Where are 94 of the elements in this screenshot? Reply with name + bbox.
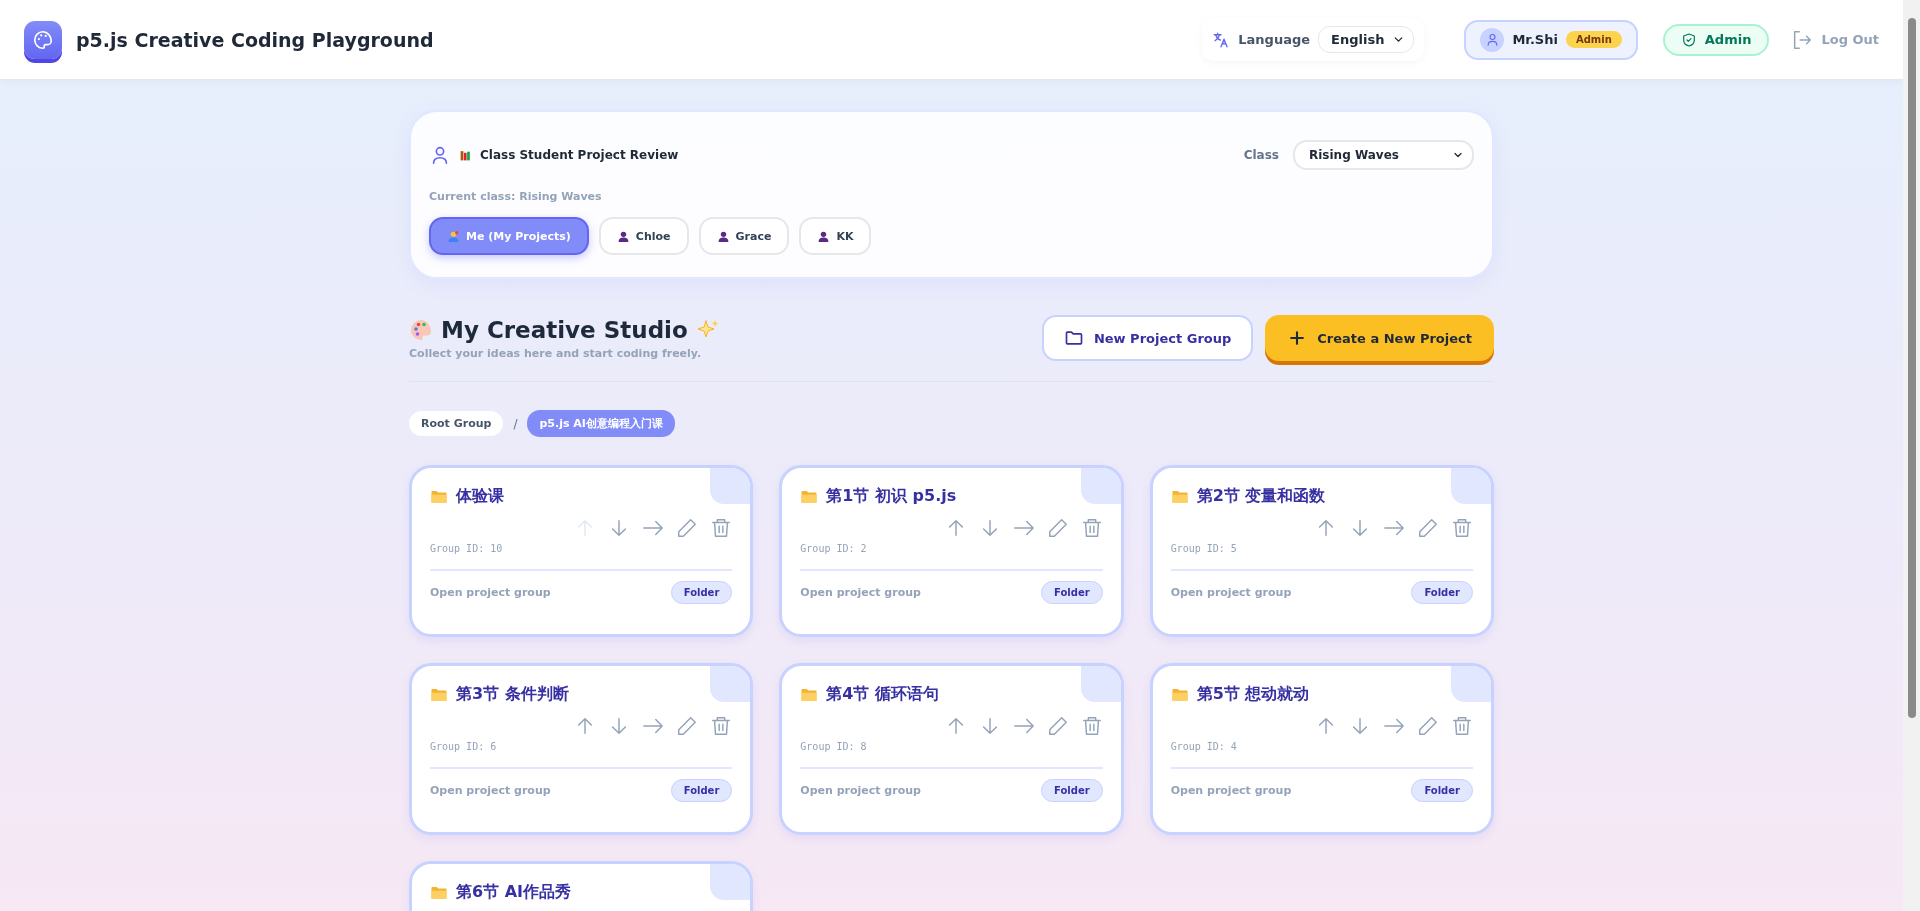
artist-icon — [447, 229, 460, 243]
language-label: Language — [1238, 32, 1311, 47]
group-card[interactable]: 第5节 想动就动 Group ID: 4 Open project group Folder — [1149, 663, 1494, 835]
trash-icon — [1451, 715, 1473, 737]
student-tab[interactable]: Chloe — [598, 217, 689, 255]
current-class-text: Current class: Rising Waves — [429, 190, 603, 203]
breadcrumb-separator: / — [513, 416, 518, 431]
group-id: Group ID: 2 — [800, 543, 868, 554]
edit-button[interactable] — [1046, 517, 1069, 539]
panel-title: Class Student Project Review — [480, 148, 680, 162]
pencil-icon — [1417, 517, 1439, 539]
person-icon — [817, 229, 831, 243]
role-badge: Admin — [1565, 31, 1622, 48]
group-title: 第3节 条件判断 — [456, 684, 569, 705]
edit-button[interactable] — [1417, 715, 1439, 737]
trash-icon — [710, 715, 733, 737]
folder-badge: Folder — [1041, 779, 1103, 802]
group-card[interactable]: 体验课 Group ID: 10 Open project group Folder — [409, 465, 754, 637]
group-title: 第1节 初识 p5.js — [826, 486, 957, 507]
palette-icon — [32, 28, 54, 51]
trash-icon — [1080, 715, 1103, 737]
person-icon — [716, 229, 730, 243]
page-subtitle: Collect your ideas here and start coding freely. — [409, 346, 703, 360]
folder-badge: Folder — [1411, 779, 1473, 802]
group-id: Group ID: 6 — [430, 741, 498, 752]
trash-icon — [710, 517, 733, 539]
delete-button[interactable] — [1451, 517, 1473, 539]
open-group-text: Open project group — [800, 586, 921, 599]
folder-badge: Folder — [1041, 581, 1103, 604]
card-corner-decoration — [1451, 468, 1491, 504]
class-select[interactable]: Rising Waves — [1293, 140, 1474, 170]
trash-icon — [1451, 517, 1473, 539]
folder-icon — [1063, 328, 1084, 348]
delete-button[interactable] — [710, 715, 733, 737]
card-corner-decoration — [710, 666, 751, 702]
shield-icon — [1680, 31, 1697, 48]
group-id: Group ID: 10 — [430, 543, 504, 554]
group-title: 第4节 循环语句 — [826, 684, 940, 705]
group-title: 体验课 — [456, 486, 504, 507]
books-icon — [459, 148, 472, 162]
delete-button[interactable] — [710, 517, 733, 539]
app-title: p5.js Creative Coding Playground — [76, 28, 435, 51]
card-corner-decoration — [1080, 468, 1121, 504]
card-corner-decoration — [1080, 666, 1121, 702]
new-group-button[interactable]: New Project Group — [1041, 315, 1254, 361]
translate-icon — [1212, 30, 1231, 49]
breadcrumb-item[interactable]: Root Group — [409, 411, 504, 436]
edit-button[interactable] — [676, 517, 699, 539]
group-id: Group ID: 8 — [800, 741, 868, 752]
trash-icon — [1080, 517, 1103, 539]
pencil-icon — [1417, 715, 1439, 737]
delete-button[interactable] — [1080, 715, 1103, 737]
open-group-text: Open project group — [430, 784, 551, 797]
folder-badge: Folder — [670, 581, 733, 604]
card-corner-decoration — [1451, 666, 1491, 702]
group-card[interactable]: 第2节 变量和函数 Group ID: 5 Open project group Folder — [1149, 465, 1494, 637]
class-label: Class — [1243, 148, 1279, 162]
group-card[interactable]: 第4节 循环语句 Group ID: 8 Open project group Folder — [779, 663, 1124, 835]
folder-badge: Folder — [1411, 581, 1473, 604]
page-title: My Creative Studio — [441, 316, 688, 343]
card-corner-decoration — [710, 468, 751, 504]
pencil-icon — [1046, 715, 1069, 737]
delete-button[interactable] — [1451, 715, 1473, 737]
open-group-text: Open project group — [1170, 586, 1292, 599]
pencil-icon — [676, 715, 699, 737]
group-title: 第6节 AI作品秀 — [456, 882, 572, 903]
admin-button[interactable]: Admin — [1662, 23, 1770, 56]
delete-button[interactable] — [1080, 517, 1103, 539]
edit-button[interactable] — [1046, 715, 1069, 737]
user-name: Mr.Shi — [1512, 32, 1558, 47]
edit-button[interactable] — [676, 715, 699, 737]
palette-icon — [409, 317, 433, 342]
student-tab[interactable]: KK — [799, 217, 872, 255]
open-group-text: Open project group — [1170, 784, 1292, 797]
group-id: Group ID: 5 — [1170, 543, 1238, 554]
scrollbar[interactable] — [1903, 0, 1920, 911]
pencil-icon — [676, 517, 699, 539]
card-corner-decoration — [710, 864, 751, 900]
folder-badge: Folder — [670, 779, 733, 802]
student-tab[interactable]: Grace — [698, 217, 790, 255]
group-id: Group ID: 4 — [1170, 741, 1238, 752]
user-chip[interactable]: Mr.Shi Admin — [1464, 19, 1638, 60]
open-group-text: Open project group — [430, 586, 551, 599]
language-select[interactable]: English — [1318, 26, 1415, 53]
group-title: 第2节 变量和函数 — [1196, 486, 1326, 507]
person-icon — [616, 229, 630, 243]
group-card[interactable]: 第6节 AI作品秀 — [409, 861, 754, 911]
open-group-text: Open project group — [800, 784, 921, 797]
group-title: 第5节 想动就动 — [1196, 684, 1310, 705]
group-card[interactable]: 第1节 初识 p5.js Group ID: 2 Open project group Folder — [779, 465, 1124, 637]
group-card[interactable]: 第3节 条件判断 Group ID: 6 Open project group Folder — [409, 663, 754, 835]
pencil-icon — [1046, 517, 1069, 539]
logout-icon — [1791, 28, 1814, 51]
edit-button[interactable] — [1417, 517, 1439, 539]
